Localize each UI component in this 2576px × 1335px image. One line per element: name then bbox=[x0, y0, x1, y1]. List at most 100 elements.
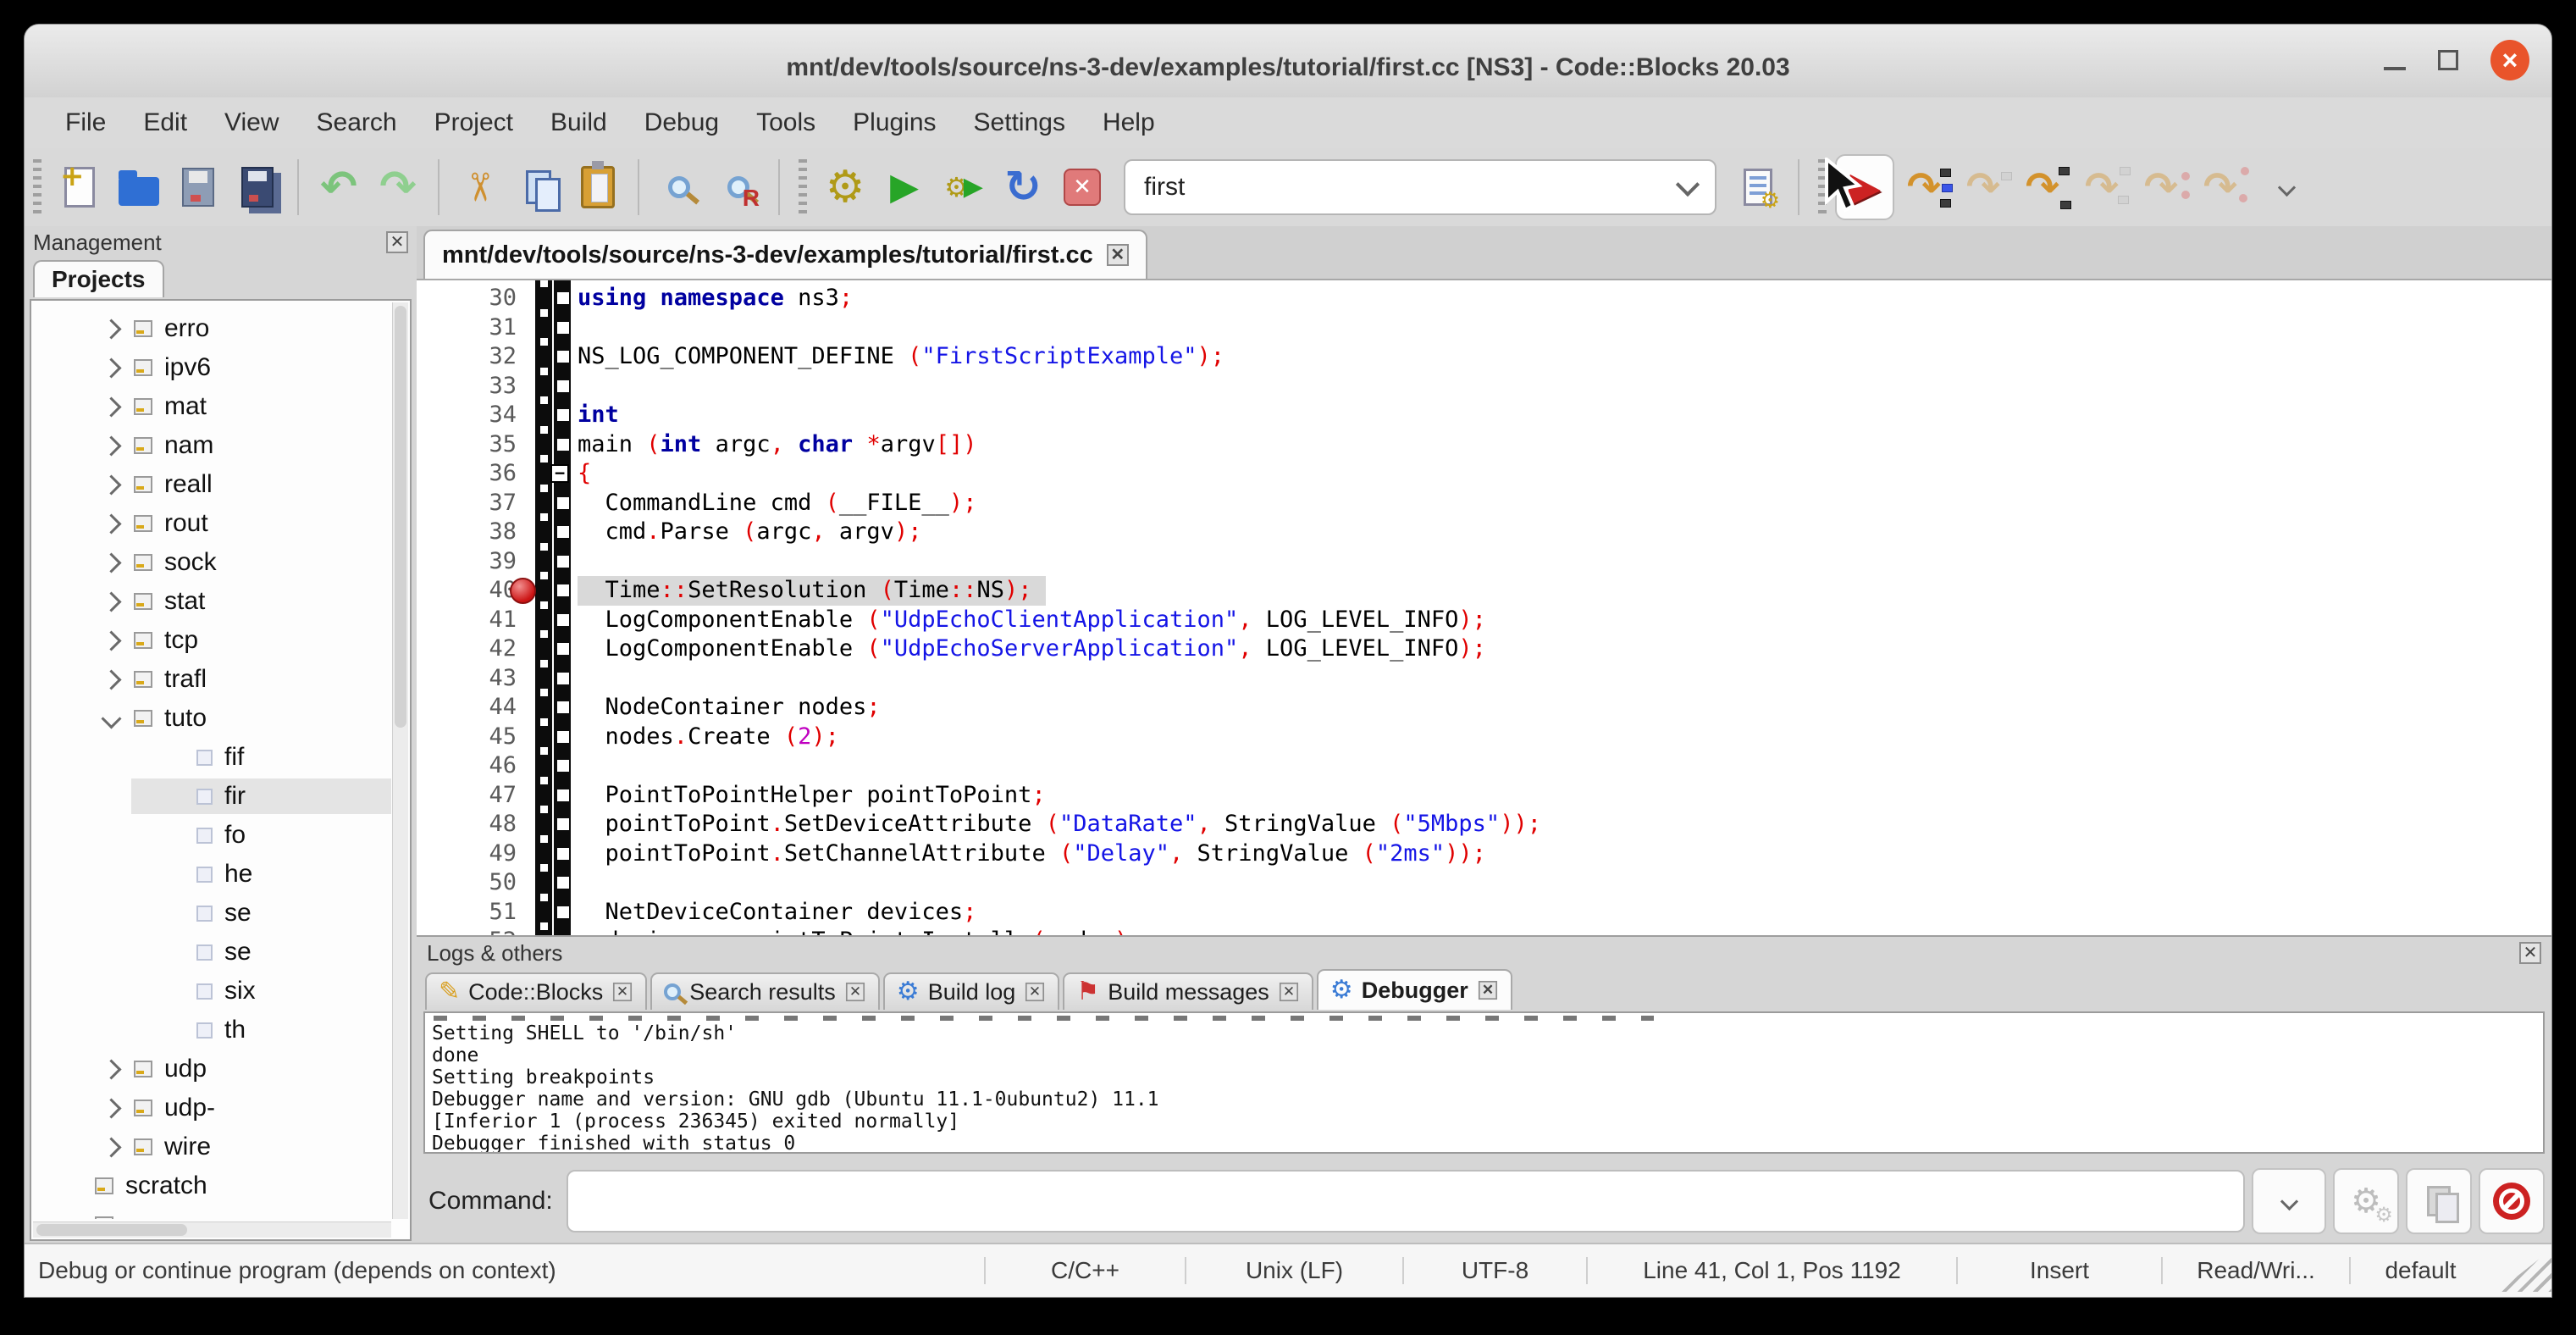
menu-item-view[interactable]: View bbox=[206, 108, 297, 137]
tree-item-tuto[interactable]: tuto bbox=[31, 699, 391, 738]
debug-settings-button[interactable]: ⚙ bbox=[2333, 1168, 2399, 1234]
logs-tab-code-blocks[interactable]: ✎Code::Blocks✕ bbox=[425, 972, 647, 1010]
project-tree[interactable]: erroipv6matnamreallroutsockstattcptraflt… bbox=[31, 309, 391, 1219]
tab-projects[interactable]: Projects bbox=[33, 260, 164, 297]
build-and-run-button[interactable]: ⚙▶ bbox=[934, 154, 993, 220]
tree-item-rout[interactable]: rout bbox=[31, 504, 391, 543]
tree-item-trafl[interactable]: trafl bbox=[31, 660, 391, 699]
menu-item-build[interactable]: Build bbox=[532, 108, 626, 137]
save-all-button[interactable] bbox=[228, 154, 287, 220]
tree-item-fir[interactable]: fir bbox=[31, 777, 391, 816]
tree-item-fo[interactable]: fo bbox=[31, 816, 391, 855]
debugger-log[interactable]: Setting SHELL to '/bin/sh'doneSetting br… bbox=[423, 1011, 2545, 1154]
tree-item-sock[interactable]: sock bbox=[31, 543, 391, 582]
chevron-right-icon[interactable] bbox=[101, 396, 121, 417]
chevron-right-icon[interactable] bbox=[101, 1137, 121, 1157]
open-file-button[interactable] bbox=[109, 154, 169, 220]
build-target-combo[interactable]: first bbox=[1124, 159, 1716, 215]
logs-tab-debugger[interactable]: ⚙Debugger✕ bbox=[1317, 969, 1512, 1010]
tree-item-scratch[interactable]: scratch bbox=[31, 1166, 391, 1205]
tree-item-mat[interactable]: mat bbox=[31, 387, 391, 426]
toolbar-overflow-button[interactable] bbox=[2257, 154, 2316, 220]
paste-button[interactable] bbox=[568, 154, 627, 220]
debug-continue-button[interactable]: ▶ bbox=[1835, 154, 1894, 220]
toolbar-grip[interactable] bbox=[33, 159, 41, 215]
step-into-button[interactable]: ↷ bbox=[2013, 154, 2072, 220]
run-to-cursor-button[interactable]: ↷ bbox=[1894, 154, 1954, 220]
clear-log-button[interactable] bbox=[2479, 1168, 2545, 1234]
rebuild-button[interactable]: ↻ bbox=[993, 154, 1053, 220]
copy-button[interactable] bbox=[509, 154, 568, 220]
menu-item-help[interactable]: Help bbox=[1084, 108, 1174, 137]
logs-tab-search-results[interactable]: Search results✕ bbox=[650, 972, 880, 1010]
code-editor[interactable]: 30using namespace ns3;3132NS_LOG_COMPONE… bbox=[417, 280, 2551, 935]
logs-tab-close-button[interactable]: ✕ bbox=[1280, 983, 1298, 1001]
compile-target-options-button[interactable] bbox=[1728, 154, 1788, 220]
close-button[interactable]: × bbox=[2490, 40, 2529, 80]
run-button[interactable]: ▶ bbox=[875, 154, 934, 220]
tree-item-se[interactable]: se bbox=[31, 933, 391, 972]
save-button[interactable] bbox=[169, 154, 228, 220]
resize-grip[interactable] bbox=[2497, 1249, 2551, 1292]
undo-button[interactable]: ↶ bbox=[309, 154, 368, 220]
tree-item-reall[interactable]: reall bbox=[31, 465, 391, 504]
tree-item-fif[interactable]: fif bbox=[31, 738, 391, 777]
menu-item-debug[interactable]: Debug bbox=[626, 108, 738, 137]
tree-item-udp[interactable]: udp bbox=[31, 1050, 391, 1088]
chevron-right-icon[interactable] bbox=[101, 669, 121, 690]
logs-tab-close-button[interactable]: ✕ bbox=[1479, 981, 1497, 1000]
tree-item-th[interactable]: th bbox=[31, 1011, 391, 1050]
chevron-right-icon[interactable] bbox=[101, 591, 121, 612]
chevron-right-icon[interactable] bbox=[101, 630, 121, 651]
management-close-button[interactable]: ✕ bbox=[386, 231, 408, 253]
tree-item-ipv6[interactable]: ipv6 bbox=[31, 348, 391, 387]
menu-item-tools[interactable]: Tools bbox=[738, 108, 834, 137]
menu-item-settings[interactable]: Settings bbox=[955, 108, 1084, 137]
tree-item-he[interactable]: he bbox=[31, 855, 391, 894]
tree-vertical-scrollbar[interactable] bbox=[392, 302, 408, 1219]
fold-minus-icon[interactable]: − bbox=[550, 464, 569, 483]
logs-close-button[interactable]: ✕ bbox=[2519, 942, 2541, 964]
tree-item-udp-[interactable]: udp- bbox=[31, 1088, 391, 1127]
build-button[interactable]: ⚙ bbox=[815, 154, 875, 220]
logs-tab-close-button[interactable]: ✕ bbox=[613, 983, 632, 1001]
chevron-right-icon[interactable] bbox=[101, 1098, 121, 1118]
copy-log-button[interactable] bbox=[2406, 1168, 2472, 1234]
tree-item-src[interactable]: src bbox=[31, 1205, 391, 1219]
logs-tab-build-messages[interactable]: ⚑Build messages✕ bbox=[1063, 972, 1313, 1010]
redo-button[interactable]: ↷ bbox=[368, 154, 428, 220]
tree-item-se[interactable]: se bbox=[31, 894, 391, 933]
menu-item-file[interactable]: File bbox=[47, 108, 124, 137]
replace-button[interactable]: R bbox=[709, 154, 768, 220]
abort-button[interactable]: ✕ bbox=[1053, 154, 1112, 220]
tree-item-erro[interactable]: erro bbox=[31, 309, 391, 348]
chevron-right-icon[interactable] bbox=[101, 552, 121, 573]
chevron-right-icon[interactable] bbox=[101, 319, 121, 339]
chevron-right-icon[interactable] bbox=[101, 474, 121, 495]
toolbar-grip[interactable] bbox=[799, 159, 807, 215]
step-out-button[interactable]: ↷ bbox=[2072, 154, 2131, 220]
chevron-right-icon[interactable] bbox=[101, 1059, 121, 1079]
logs-tab-build-log[interactable]: ⚙Build log✕ bbox=[883, 972, 1059, 1010]
tree-item-nam[interactable]: nam bbox=[31, 426, 391, 465]
logs-tab-close-button[interactable]: ✕ bbox=[846, 983, 865, 1001]
chevron-right-icon[interactable] bbox=[101, 435, 121, 456]
tree-horizontal-scrollbar[interactable] bbox=[33, 1221, 391, 1238]
next-instruction-button[interactable]: ↷ bbox=[2131, 154, 2191, 220]
logs-tab-close-button[interactable]: ✕ bbox=[1025, 983, 1044, 1001]
maximize-button[interactable] bbox=[2438, 50, 2458, 70]
step-into-instruction-button[interactable]: ↷ bbox=[2191, 154, 2250, 220]
scrollbar-thumb[interactable] bbox=[36, 1224, 187, 1236]
editor-tab-close-button[interactable]: ✕ bbox=[1107, 244, 1129, 266]
cut-button[interactable]: ✂ bbox=[450, 154, 509, 220]
breakpoint-marker[interactable] bbox=[510, 578, 536, 604]
command-history-dropdown[interactable] bbox=[2252, 1168, 2326, 1234]
next-line-button[interactable]: ↷ bbox=[1954, 154, 2013, 220]
tree-item-stat[interactable]: stat bbox=[31, 582, 391, 621]
menu-item-edit[interactable]: Edit bbox=[124, 108, 206, 137]
new-file-button[interactable] bbox=[50, 154, 109, 220]
tree-item-six[interactable]: six bbox=[31, 972, 391, 1011]
menu-item-search[interactable]: Search bbox=[298, 108, 416, 137]
editor-tab-first-cc[interactable]: mnt/dev/tools/source/ns-3-dev/examples/t… bbox=[423, 230, 1147, 279]
minimize-button[interactable] bbox=[2384, 67, 2406, 70]
